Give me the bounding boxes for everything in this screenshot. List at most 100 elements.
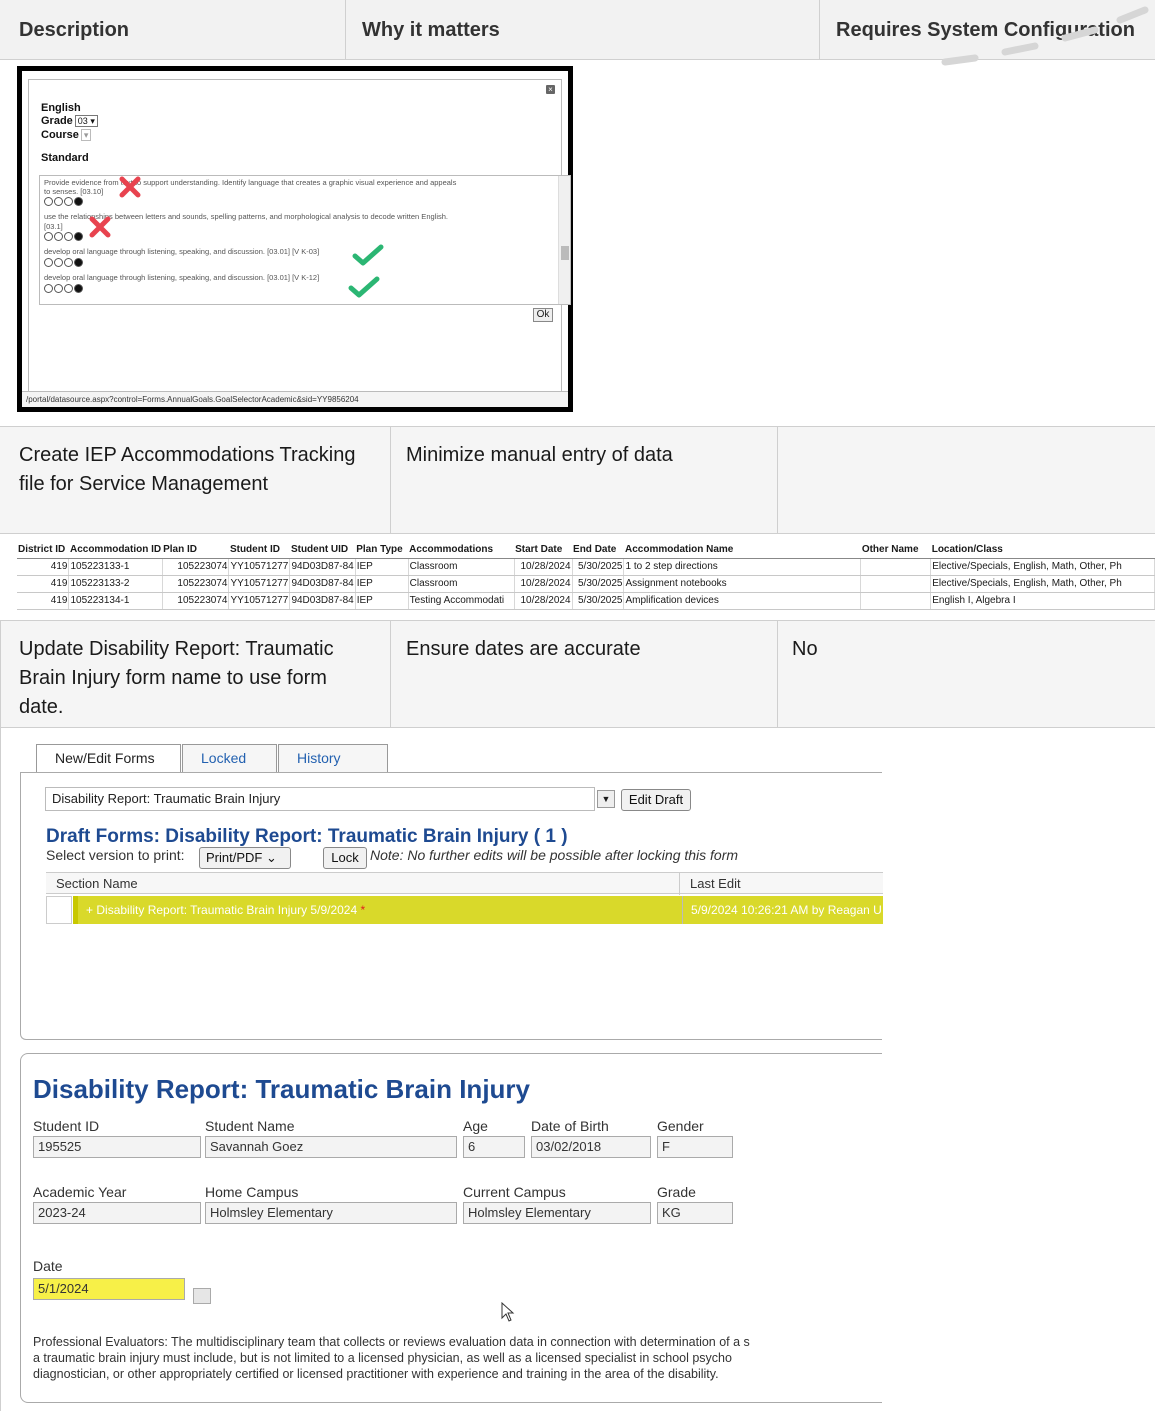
- last-edit-header: Last Edit: [679, 873, 741, 895]
- grade-label: Grade: [41, 115, 73, 127]
- table-row: 419 105223134-1 105223074 YY10571277 94D…: [17, 592, 1155, 611]
- paragraph-line: Professional Evaluators: The multidiscip…: [33, 1335, 750, 1349]
- forms-screenshot: New/Edit Forms Locked History Disability…: [0, 736, 883, 1040]
- table-cell: [860, 592, 932, 611]
- scroll-thumb[interactable]: [561, 246, 569, 260]
- required-asterisk: *: [360, 903, 366, 917]
- header-config: Requires System Configuration: [836, 19, 1135, 41]
- table-cell: 105223133-2: [68, 575, 163, 593]
- grade-select[interactable]: 03 ▾: [74, 115, 98, 128]
- standard-selector-screenshot: × English Grade 03 ▾ Course ▾ Standard Pro…: [17, 66, 573, 412]
- current-campus-label: Current Campus: [463, 1184, 566, 1200]
- rating-radios[interactable]: [44, 197, 84, 207]
- table-cell: 105223133-1: [68, 558, 163, 576]
- section-name-header: Section Name: [56, 876, 138, 891]
- red-cross-icon: [119, 176, 141, 198]
- table-cell: [860, 558, 932, 576]
- ok-button[interactable]: Ok: [533, 308, 553, 322]
- table-cell: IEP: [355, 575, 409, 593]
- row-selector[interactable]: [46, 896, 72, 924]
- rating-radios[interactable]: [44, 232, 84, 242]
- close-icon[interactable]: ×: [546, 85, 555, 94]
- table-cell: IEP: [355, 558, 409, 576]
- edit-draft-button[interactable]: Edit Draft: [621, 789, 691, 811]
- home-campus-field[interactable]: Holmsley Elementary: [205, 1202, 457, 1224]
- table-cell: [860, 575, 932, 593]
- dob-label: Date of Birth: [531, 1118, 609, 1134]
- course-select[interactable]: ▾: [80, 129, 92, 142]
- column-header: Accommodation ID: [68, 542, 163, 559]
- column-header: Other Name: [860, 542, 931, 559]
- age-field[interactable]: 6: [463, 1136, 525, 1158]
- column-header: Student UID: [289, 542, 356, 559]
- academic-year-field[interactable]: 2023-24: [33, 1202, 201, 1224]
- table-cell: 5/30/2025: [572, 558, 625, 576]
- date-field[interactable]: 5/1/2024: [33, 1278, 185, 1300]
- grade-row: Grade 03 ▾: [41, 115, 98, 128]
- tab-new-edit-forms[interactable]: New/Edit Forms: [36, 744, 181, 772]
- forms-panel: Disability Report: Traumatic Brain Injur…: [20, 772, 883, 1040]
- list-scrollbar[interactable]: [558, 176, 570, 304]
- paragraph-line: diagnostician, or other appropriately ce…: [33, 1367, 719, 1381]
- section-row-label: Disability Report: Traumatic Brain Injur…: [96, 903, 358, 917]
- green-check-icon: [348, 276, 380, 298]
- gender-field[interactable]: F: [657, 1136, 733, 1158]
- column-header: Plan Type: [355, 542, 409, 559]
- table-cell: Classroom: [408, 558, 515, 576]
- table-cell: 10/28/2024: [514, 592, 573, 611]
- standards-list: Provide evidence from text to support un…: [39, 175, 571, 305]
- standard-item-text: develop oral language through listening,…: [44, 247, 320, 256]
- lock-note: Note: No further edits will be possible …: [370, 847, 739, 863]
- table-header: District ID Accommodation ID Plan ID Stu…: [17, 542, 1155, 559]
- table-cell: 419: [17, 558, 70, 576]
- table-cell: YY10571277: [228, 575, 291, 593]
- lock-button[interactable]: Lock: [323, 847, 367, 869]
- course-label: Course: [41, 129, 79, 141]
- rating-radios[interactable]: [44, 284, 84, 294]
- grade-field[interactable]: KG: [657, 1202, 733, 1224]
- header-description: Description: [0, 0, 346, 60]
- student-name-label: Student Name: [205, 1118, 295, 1134]
- current-campus-field[interactable]: Holmsley Elementary: [463, 1202, 651, 1224]
- select-version-label: Select version to print:: [46, 847, 185, 863]
- table-cell: Classroom: [408, 575, 515, 593]
- row-why: Minimize manual entry of data: [391, 427, 778, 533]
- dob-field[interactable]: 03/02/2018: [531, 1136, 651, 1158]
- student-name-field[interactable]: Savannah Goez: [205, 1136, 457, 1158]
- table-cell: 5/30/2025: [572, 592, 625, 611]
- print-version-select[interactable]: Print/PDF ⌄: [199, 847, 291, 869]
- rating-radios[interactable]: [44, 258, 84, 268]
- column-header: Student ID: [228, 542, 290, 559]
- grade-label: Grade: [657, 1184, 696, 1200]
- table-cell: 419: [17, 575, 70, 593]
- draft-forms-title: Draft Forms: Disability Report: Traumati…: [46, 826, 568, 847]
- column-header: Plan ID: [162, 542, 229, 559]
- calendar-icon[interactable]: [193, 1288, 211, 1304]
- column-header: Accommodations: [408, 542, 515, 559]
- form-title: Disability Report: Traumatic Brain Injur…: [33, 1074, 530, 1104]
- row-description: Update Disability Report: Traumatic Brai…: [0, 621, 391, 727]
- table-cell: Testing Accommodati: [408, 592, 515, 611]
- table-cell: Amplification devices: [623, 592, 862, 611]
- form-type-select[interactable]: Disability Report: Traumatic Brain Injur…: [45, 787, 595, 811]
- paragraph-line: a traumatic brain injury must include, b…: [33, 1351, 732, 1365]
- table-cell: English I, Algebra I: [930, 592, 1155, 611]
- course-row: Course ▾: [41, 129, 92, 142]
- column-header: District ID: [17, 542, 69, 559]
- tab-history[interactable]: History: [278, 744, 388, 772]
- column-header: Location/Class: [930, 542, 1155, 559]
- table-cell: 94D03D87-84: [289, 558, 356, 576]
- age-label: Age: [463, 1118, 488, 1134]
- dropdown-arrow-icon[interactable]: ▼: [597, 790, 615, 808]
- section-row[interactable]: + Disability Report: Traumatic Brain Inj…: [73, 896, 883, 924]
- table-cell: 5/30/2025: [572, 575, 625, 593]
- professional-evaluators-text: Professional Evaluators: The multidiscip…: [33, 1334, 883, 1382]
- feature-row: Update Disability Report: Traumatic Brai…: [0, 620, 1155, 728]
- accommodations-table: District ID Accommodation ID Plan ID Stu…: [17, 542, 1155, 611]
- column-header: End Date: [572, 542, 624, 559]
- sections-header: Section Name Last Edit: [46, 872, 883, 895]
- tbi-form-screenshot: Disability Report: Traumatic Brain Injur…: [20, 1053, 882, 1403]
- standard-label: Standard: [41, 152, 89, 164]
- tab-locked[interactable]: Locked: [182, 744, 277, 772]
- student-id-field[interactable]: 195525: [33, 1136, 201, 1158]
